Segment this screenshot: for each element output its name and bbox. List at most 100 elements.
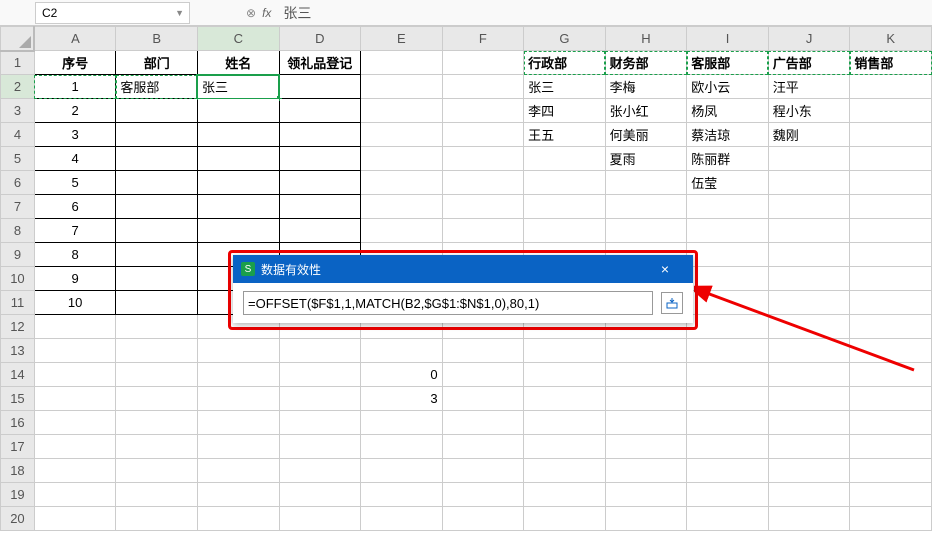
cell-C18[interactable] [197, 459, 279, 483]
cell-J8[interactable] [768, 219, 850, 243]
cell-C19[interactable] [197, 483, 279, 507]
cell-E17[interactable] [361, 435, 443, 459]
cell-I20[interactable] [687, 507, 769, 531]
cell-A7[interactable]: 6 [34, 195, 116, 219]
cell-C1[interactable]: 姓名 [197, 51, 279, 75]
cell-F1[interactable] [442, 51, 524, 75]
validation-formula-input[interactable] [243, 291, 653, 315]
cell-H2[interactable]: 李梅 [605, 75, 687, 99]
row-header-3[interactable]: 3 [1, 99, 35, 123]
cell-I1[interactable]: 客服部 [687, 51, 769, 75]
cell-D2[interactable] [279, 75, 361, 99]
cell-E8[interactable] [361, 219, 443, 243]
cell-B10[interactable] [116, 267, 198, 291]
cell-H13[interactable] [605, 339, 687, 363]
cell-D1[interactable]: 领礼品登记 [279, 51, 361, 75]
cell-A20[interactable] [34, 507, 116, 531]
cell-D13[interactable] [279, 339, 361, 363]
row-header-2[interactable]: 2 [1, 75, 35, 99]
cell-D17[interactable] [279, 435, 361, 459]
cell-I11[interactable] [687, 291, 769, 315]
col-header-J[interactable]: J [768, 27, 850, 51]
cell-F18[interactable] [442, 459, 524, 483]
cell-C16[interactable] [197, 411, 279, 435]
cell-G13[interactable] [524, 339, 606, 363]
cell-A19[interactable] [34, 483, 116, 507]
cell-F19[interactable] [442, 483, 524, 507]
cell-I13[interactable] [687, 339, 769, 363]
cell-E18[interactable] [361, 459, 443, 483]
cell-K4[interactable] [850, 123, 932, 147]
cell-F14[interactable] [442, 363, 524, 387]
cell-J11[interactable] [768, 291, 850, 315]
cell-I5[interactable]: 陈丽群 [687, 147, 769, 171]
cell-B16[interactable] [116, 411, 198, 435]
row-header-11[interactable]: 11 [1, 291, 35, 315]
cell-F16[interactable] [442, 411, 524, 435]
cell-J9[interactable] [768, 243, 850, 267]
row-header-20[interactable]: 20 [1, 507, 35, 531]
cell-E5[interactable] [361, 147, 443, 171]
cell-H3[interactable]: 张小红 [605, 99, 687, 123]
cell-K15[interactable] [850, 387, 932, 411]
cell-B11[interactable] [116, 291, 198, 315]
cell-J19[interactable] [768, 483, 850, 507]
row-header-5[interactable]: 5 [1, 147, 35, 171]
col-header-H[interactable]: H [605, 27, 687, 51]
cell-C5[interactable] [197, 147, 279, 171]
cell-J20[interactable] [768, 507, 850, 531]
cell-G14[interactable] [524, 363, 606, 387]
cell-J12[interactable] [768, 315, 850, 339]
cell-K10[interactable] [850, 267, 932, 291]
cell-E20[interactable] [361, 507, 443, 531]
cell-K8[interactable] [850, 219, 932, 243]
cell-H15[interactable] [605, 387, 687, 411]
cell-F8[interactable] [442, 219, 524, 243]
cell-J14[interactable] [768, 363, 850, 387]
cell-J13[interactable] [768, 339, 850, 363]
cell-K7[interactable] [850, 195, 932, 219]
col-header-K[interactable]: K [850, 27, 932, 51]
cell-B14[interactable] [116, 363, 198, 387]
cell-F5[interactable] [442, 147, 524, 171]
cell-B4[interactable] [116, 123, 198, 147]
cell-E16[interactable] [361, 411, 443, 435]
cell-C15[interactable] [197, 387, 279, 411]
cell-J3[interactable]: 程小东 [768, 99, 850, 123]
cell-B1[interactable]: 部门 [116, 51, 198, 75]
cell-D14[interactable] [279, 363, 361, 387]
select-all-corner[interactable] [1, 27, 35, 51]
cell-A17[interactable] [34, 435, 116, 459]
col-header-C[interactable]: C [197, 27, 279, 51]
cell-A6[interactable]: 5 [34, 171, 116, 195]
col-header-B[interactable]: B [116, 27, 198, 51]
cell-K19[interactable] [850, 483, 932, 507]
cell-I4[interactable]: 蔡洁琼 [687, 123, 769, 147]
cell-K13[interactable] [850, 339, 932, 363]
cell-C13[interactable] [197, 339, 279, 363]
cell-E14[interactable]: 0 [361, 363, 443, 387]
collapse-dialog-button[interactable] [661, 292, 683, 314]
cell-A9[interactable]: 8 [34, 243, 116, 267]
cell-A11[interactable]: 10 [34, 291, 116, 315]
cell-I14[interactable] [687, 363, 769, 387]
dialog-titlebar[interactable]: S 数据有效性 × [233, 255, 693, 283]
cell-D8[interactable] [279, 219, 361, 243]
cell-A2[interactable]: 1 [34, 75, 116, 99]
cell-J1[interactable]: 广告部 [768, 51, 850, 75]
cell-B7[interactable] [116, 195, 198, 219]
cell-F3[interactable] [442, 99, 524, 123]
row-header-13[interactable]: 13 [1, 339, 35, 363]
cell-D19[interactable] [279, 483, 361, 507]
cell-K16[interactable] [850, 411, 932, 435]
cell-D20[interactable] [279, 507, 361, 531]
cell-G16[interactable] [524, 411, 606, 435]
cell-A4[interactable]: 3 [34, 123, 116, 147]
row-header-19[interactable]: 19 [1, 483, 35, 507]
cell-G15[interactable] [524, 387, 606, 411]
cell-B12[interactable] [116, 315, 198, 339]
cell-I17[interactable] [687, 435, 769, 459]
formula-bar-input[interactable]: 张三 [279, 3, 311, 23]
cell-A13[interactable] [34, 339, 116, 363]
cell-I12[interactable] [687, 315, 769, 339]
